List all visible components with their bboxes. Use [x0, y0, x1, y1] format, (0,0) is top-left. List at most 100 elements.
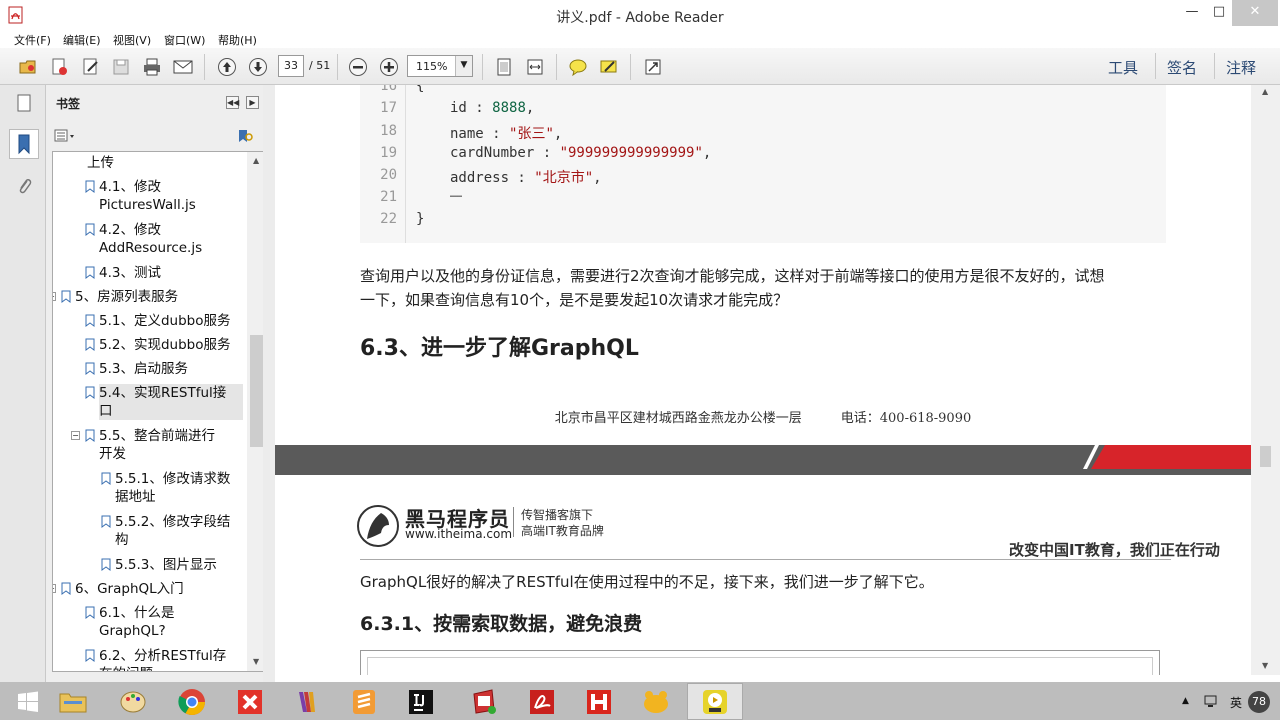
bookmark-item[interactable]: 上传 [87, 154, 243, 172]
toolbar-separator [1214, 53, 1215, 79]
email-button[interactable] [170, 54, 196, 80]
bookmark-item[interactable]: 4.2、修改 AddResource.js [99, 221, 243, 257]
fit-page-button[interactable] [491, 54, 517, 80]
scroll-thumb[interactable] [1260, 446, 1271, 467]
winrar-books-icon [299, 691, 315, 712]
zoom-select[interactable]: 115% ▼ [407, 55, 473, 77]
input-language[interactable]: 英 [1230, 694, 1242, 711]
collapse-panel-icon[interactable]: ◀◀ [226, 96, 239, 109]
bookmark-item[interactable]: 5、房源列表服务 [75, 288, 243, 306]
network-icon[interactable] [1203, 693, 1219, 709]
comment-button[interactable] [565, 54, 591, 80]
bookmark-item[interactable]: 5.3、启动服务 [99, 360, 243, 378]
taskbar-app-presentation[interactable] [456, 683, 512, 720]
bookmark-icon [61, 290, 71, 303]
sign-tab[interactable]: 签名 [1167, 57, 1197, 78]
bookmarks-button[interactable] [9, 129, 39, 159]
create-pdf-button[interactable] [46, 54, 72, 80]
taskbar-app-yellow[interactable] [628, 683, 684, 720]
bookmark-item[interactable]: 5.1、定义dubbo服务 [99, 312, 243, 330]
menu-edit[interactable]: 编辑(E) [63, 32, 101, 48]
bookmark-item[interactable]: 5.4、实现RESTful接口 [99, 384, 243, 420]
tools-tab[interactable]: 工具 [1108, 57, 1138, 78]
taskbar-app-xmind[interactable] [222, 683, 278, 720]
taskbar-app-intellij[interactable] [393, 683, 449, 720]
tray-expand-icon[interactable]: ▲ [1182, 696, 1189, 706]
panel-splitter[interactable] [263, 85, 275, 685]
page-number-input[interactable]: 33 [278, 55, 304, 77]
taskbar-app-recorder[interactable] [687, 683, 743, 720]
line-number: 22 [380, 211, 397, 227]
code-token: address : [450, 170, 535, 186]
prev-page-button[interactable] [214, 54, 240, 80]
page-thumbnails-button[interactable] [9, 88, 39, 118]
bookmark-label: 5.5、整合前端进行 [99, 428, 215, 444]
zoom-value: 115% [416, 60, 448, 73]
scroll-down-icon[interactable]: ▼ [1262, 661, 1268, 670]
scroll-up-icon[interactable]: ▲ [1262, 87, 1268, 96]
find-bookmark-icon[interactable] [236, 128, 254, 144]
taskbar-app-explorer[interactable] [45, 683, 101, 720]
menu-view[interactable]: 视图(V) [113, 32, 151, 48]
bookmark-item[interactable]: 5.5、整合前端进行 开发 [99, 427, 243, 463]
comment-tab[interactable]: 注释 [1226, 57, 1256, 78]
scroll-down-icon[interactable]: ▼ [253, 657, 259, 666]
bookmark-item[interactable]: 5.2、实现dubbo服务 [99, 336, 243, 354]
chevron-down-icon[interactable]: ▼ [455, 56, 472, 76]
toolbar-separator [556, 54, 557, 80]
taskbar-app-winrar[interactable] [279, 683, 335, 720]
collapse-toggle-icon[interactable]: − [71, 431, 80, 440]
maximize-button[interactable]: □ [1206, 0, 1232, 26]
fit-width-icon [527, 59, 543, 75]
edit-button[interactable] [78, 54, 104, 80]
print-button[interactable] [139, 54, 165, 80]
close-button[interactable]: ✕ [1232, 0, 1278, 26]
taskbar-app-sublime[interactable] [336, 683, 392, 720]
tray-badge[interactable]: 78 [1248, 691, 1270, 713]
menu-help[interactable]: 帮助(H) [218, 32, 257, 48]
bookmark-label: 5、房源列表服务 [75, 289, 179, 305]
bookmark-item[interactable]: 6.2、分析RESTful存在的问题 [99, 647, 243, 671]
expand-panel-icon[interactable]: ▶ [246, 96, 259, 109]
taskbar-app-chrome[interactable] [164, 683, 220, 720]
minimize-button[interactable]: — [1178, 0, 1206, 26]
line-number: 19 [380, 145, 397, 161]
highlight-button[interactable] [596, 54, 622, 80]
bookmark-label: 4.3、测试 [99, 265, 161, 281]
bookmark-item[interactable]: 4.1、修改 PicturesWall.js [99, 178, 243, 214]
comment-icon [569, 59, 587, 77]
fullscreen-button[interactable] [640, 54, 666, 80]
bookmark-item[interactable]: 6.1、什么是 GraphQL? [99, 604, 243, 640]
bookmark-item[interactable]: 5.5.2、修改字段结构 [115, 513, 243, 549]
bookmark-icon [85, 266, 95, 279]
collapse-toggle-icon[interactable]: − [53, 292, 56, 301]
next-page-button[interactable] [245, 54, 271, 80]
taskbar-app-h[interactable] [571, 683, 627, 720]
zoom-in-button[interactable] [376, 54, 402, 80]
attachments-button[interactable] [9, 171, 39, 201]
scroll-thumb[interactable] [250, 335, 264, 447]
menu-file[interactable]: 文件(F) [14, 32, 51, 48]
save-button[interactable] [108, 54, 134, 80]
bookmark-item[interactable]: 6、GraphQL入门 [75, 580, 243, 598]
page-header-accent [1091, 445, 1251, 469]
scroll-up-icon[interactable]: ▲ [253, 156, 259, 165]
bookmark-item[interactable]: 5.5.1、修改请求数 据地址 [115, 470, 243, 506]
menu-window[interactable]: 窗口(W) [164, 32, 205, 48]
bookmark-label: 5.5.3、图片显示 [115, 557, 217, 573]
line-number: 16 [380, 85, 397, 94]
code-block: 16 17 18 19 20 21 22 { id : 8888, name :… [360, 85, 1166, 243]
taskbar-app-adobe-reader[interactable] [514, 683, 570, 720]
zoom-out-button[interactable] [345, 54, 371, 80]
save-icon [113, 59, 129, 75]
taskbar-app-paint[interactable] [105, 683, 161, 720]
collapse-toggle-icon[interactable]: − [53, 584, 56, 593]
email-icon [173, 60, 193, 74]
bookmark-item[interactable]: 4.3、测试 [99, 264, 243, 282]
bookmark-item[interactable]: 5.5.3、图片显示 [115, 556, 243, 574]
code-token: , [553, 126, 563, 142]
document-scrollbar[interactable]: ▲ ▼ [1251, 85, 1280, 675]
open-button[interactable] [15, 54, 41, 80]
options-menu-icon[interactable] [54, 129, 76, 143]
fit-width-button[interactable] [522, 54, 548, 80]
